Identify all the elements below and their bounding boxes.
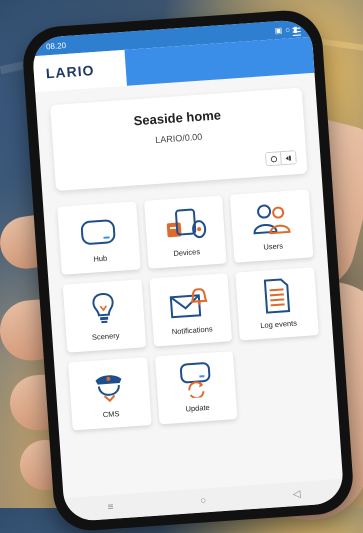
- tile-label: Devices: [147, 245, 226, 259]
- tile-label: Update: [158, 401, 237, 415]
- recent-apps-icon[interactable]: ≡: [107, 501, 114, 512]
- cms-icon: [68, 357, 150, 406]
- logo-area: LARIO: [33, 50, 127, 92]
- status-time: 08.20: [46, 40, 67, 50]
- tile-hub[interactable]: Hub: [57, 201, 140, 274]
- log-icon: [236, 267, 318, 316]
- hamburger-menu-icon[interactable]: ☰: [291, 26, 302, 40]
- tile-users[interactable]: Users: [230, 189, 313, 262]
- hub-icon: [57, 201, 139, 250]
- tile-label: Notifications: [153, 323, 232, 337]
- exit-icon[interactable]: [280, 151, 296, 164]
- users-icon: [230, 189, 312, 238]
- tile-label: Scenery: [66, 329, 145, 343]
- home-card[interactable]: Seaside home LARIO/0.00: [50, 88, 307, 191]
- tile-label: Hub: [61, 251, 140, 265]
- back-icon[interactable]: ◁: [292, 488, 300, 500]
- phone-screen: 08.20 ▣ ○ ▮ LARIO ☰ Seaside home LARIO/0…: [31, 19, 344, 522]
- tile-label: CMS: [72, 407, 151, 421]
- home-icon[interactable]: ○: [200, 495, 207, 506]
- devices-icon: [144, 195, 226, 244]
- tile-devices[interactable]: Devices: [144, 195, 227, 268]
- phone: 08.20 ▣ ○ ▮ LARIO ☰ Seaside home LARIO/0…: [21, 8, 355, 533]
- tile-cms[interactable]: CMS: [68, 357, 151, 430]
- tile-notifications[interactable]: Notifications: [149, 273, 232, 346]
- lightbulb-icon: [63, 279, 145, 328]
- signal-icon: ▣: [274, 25, 282, 35]
- app-logo: LARIO: [45, 62, 95, 81]
- tile-update[interactable]: Update: [155, 351, 238, 424]
- update-icon: [155, 351, 237, 400]
- tile-log-events[interactable]: Log events: [236, 267, 319, 340]
- wifi-icon: ○: [285, 25, 290, 34]
- tile-label: Log events: [239, 317, 318, 331]
- tile-scenery[interactable]: Scenery: [63, 279, 146, 352]
- tile-label: Users: [234, 239, 313, 253]
- notifications-icon: [149, 273, 231, 322]
- tile-grid: Hub Devices: [57, 189, 324, 430]
- power-icon[interactable]: [266, 152, 281, 165]
- home-actions: [265, 150, 297, 166]
